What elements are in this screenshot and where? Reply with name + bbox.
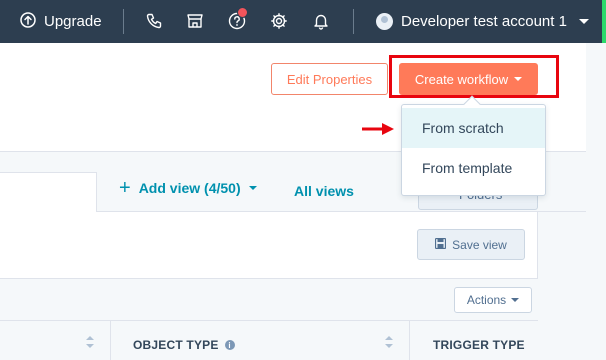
menu-item-from-template[interactable]: From template [402,148,545,188]
column-header-trigger-type[interactable]: TRIGGER TYPE [433,338,525,352]
avatar [376,13,393,30]
red-arrow-icon [362,123,394,135]
create-workflow-label: Create workflow [414,71,509,87]
chevron-down-icon [578,19,589,24]
upgrade-label: Upgrade [44,13,102,30]
sort-icon[interactable] [385,336,393,350]
column-header-label: OBJECT TYPE [133,338,219,352]
save-view-label: Save view [452,237,507,252]
add-view-button[interactable]: + Add view (4/50) [119,177,257,199]
account-menu[interactable]: Developer test account 1 [376,0,589,43]
menu-item-from-scratch[interactable]: From scratch [402,108,545,148]
add-view-label: Add view (4/50) [138,180,241,196]
caret-down-icon [248,186,257,190]
column-divider [409,321,410,360]
caret-down-icon [511,298,520,302]
view-tab[interactable] [0,172,97,213]
account-name: Developer test account 1 [401,13,567,30]
sort-icon[interactable] [86,336,94,350]
create-workflow-button[interactable]: Create workflow [399,63,538,95]
marketplace-icon[interactable] [186,12,204,30]
save-icon [435,237,447,252]
arrow-circle-up-icon [20,11,36,32]
save-view-button[interactable]: Save view [417,229,525,260]
column-header-object-type[interactable]: OBJECT TYPE i [133,338,235,352]
column-header-label: TRIGGER TYPE [433,338,525,352]
menu-item-label: From scratch [422,120,504,136]
phone-icon[interactable] [145,12,163,30]
nav-divider [353,9,354,34]
info-icon[interactable]: i [224,340,235,350]
upgrade-button[interactable]: Upgrade [20,0,102,43]
window-edge [602,0,606,43]
actions-label: Actions [466,293,507,307]
settings-icon[interactable] [270,12,288,30]
notification-dot [237,7,248,18]
help-icon[interactable] [228,7,248,30]
edit-properties-button[interactable]: Edit Properties [271,63,388,95]
bell-icon[interactable] [312,12,330,30]
column-divider [110,321,111,360]
top-navigation-bar: Upgrade Developer test account 1 [0,0,606,43]
menu-item-label: From template [422,160,513,176]
nav-divider [123,9,124,34]
actions-button[interactable]: Actions [454,287,532,313]
caret-down-icon [514,77,523,81]
plus-icon: + [119,177,131,199]
all-views-link[interactable]: All views [294,183,354,199]
